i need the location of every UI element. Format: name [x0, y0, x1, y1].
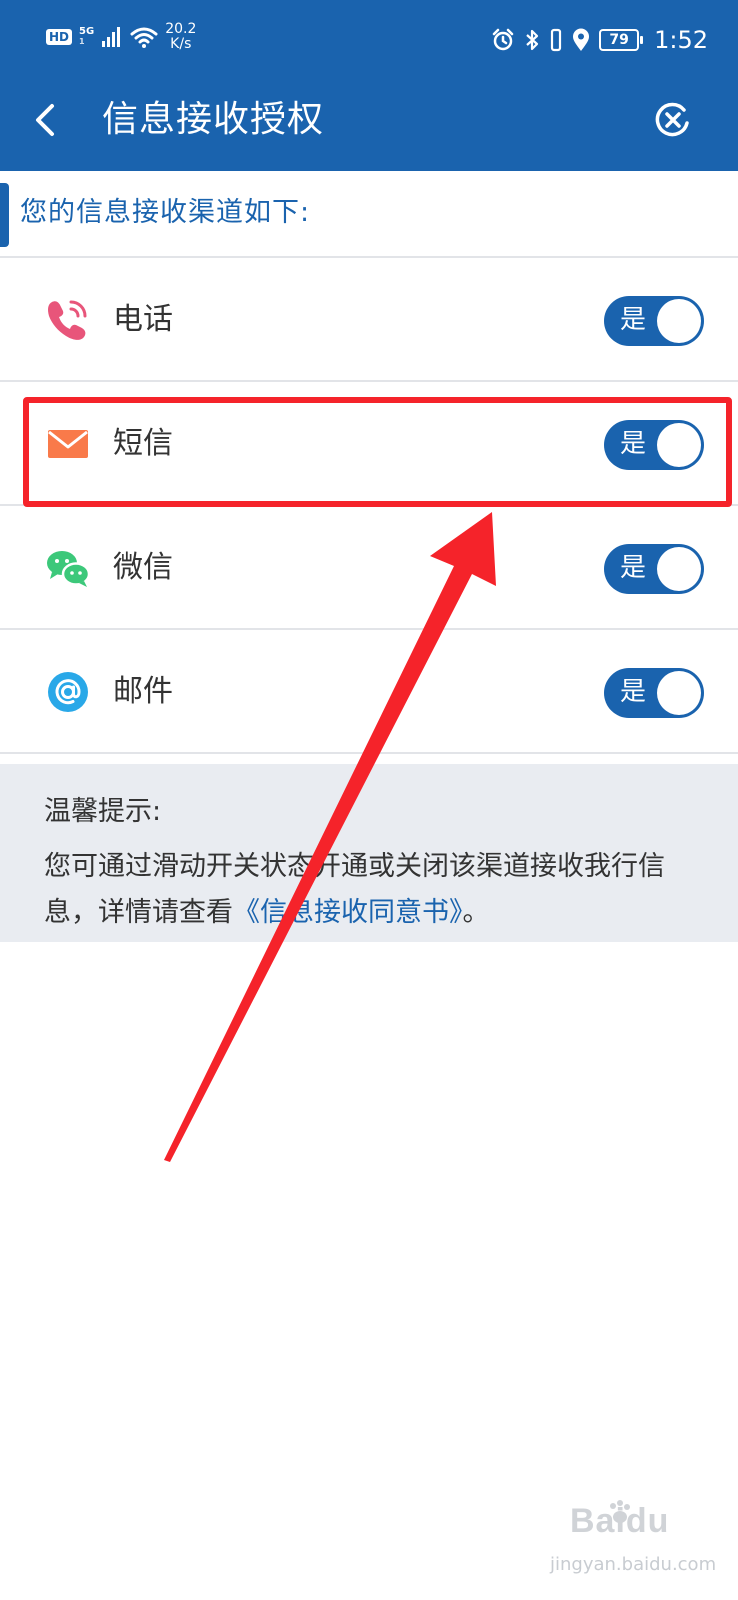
toggle-label: 是	[620, 429, 647, 459]
consent-link[interactable]: 《信息接收同意书》	[233, 897, 463, 928]
page-title: 信息接收授权	[102, 99, 325, 140]
watermark-url: jingyan.baidu.com	[550, 1554, 717, 1575]
bluetooth-icon	[526, 29, 539, 51]
nav-bar: 信息接收授权	[0, 84, 738, 171]
close-button[interactable]	[654, 101, 692, 139]
phone-toggle[interactable]: 是	[604, 296, 704, 346]
envelope-icon	[48, 430, 88, 458]
channel-name: 微信	[113, 550, 173, 585]
location-icon	[573, 28, 590, 51]
vibrate-icon	[550, 28, 562, 52]
speed-unit: K/s	[170, 36, 192, 52]
speed-value: 20.2	[165, 21, 197, 37]
wechat-toggle[interactable]: 是	[604, 544, 704, 594]
channel-row-email: 邮件 是	[0, 630, 738, 754]
back-button[interactable]	[26, 98, 66, 142]
at-sign-icon	[48, 672, 88, 712]
toggle-knob	[657, 299, 701, 343]
channel-row-sms: 短信 是	[0, 382, 738, 506]
email-toggle[interactable]: 是	[604, 668, 704, 718]
battery-indicator: 79	[599, 29, 644, 51]
wifi-icon	[130, 27, 158, 48]
status-time: 1:52	[654, 26, 708, 54]
app-header: HD 5G 1 20.2 K/s 79 1:52 信息接收授权	[0, 0, 738, 171]
sms-toggle[interactable]: 是	[604, 420, 704, 470]
section-label: 您的信息接收渠道如下:	[20, 197, 311, 228]
signal-icon	[102, 27, 121, 47]
chevron-left-icon	[36, 104, 54, 136]
phone-icon	[48, 300, 87, 340]
toggle-knob	[657, 423, 701, 467]
wechat-icon	[47, 551, 91, 587]
toggle-knob	[657, 671, 701, 715]
tips-title: 温馨提示:	[44, 796, 162, 827]
tips-suffix: 。	[462, 897, 490, 928]
section-header: 您的信息接收渠道如下:	[0, 171, 738, 258]
network-type: 5G	[79, 26, 95, 37]
watermark: Baidu jingyan.baidu.com	[548, 1500, 718, 1582]
toggle-label: 是	[620, 305, 647, 335]
status-bar: HD 5G 1 20.2 K/s 79 1:52	[0, 0, 738, 84]
hd-badge: HD	[46, 29, 73, 45]
channel-name: 邮件	[113, 674, 173, 709]
network-speed: 20.2 K/s	[165, 22, 196, 52]
section-accent-bar	[0, 183, 9, 247]
watermark-brand: Baidu	[570, 1502, 670, 1540]
channel-name: 短信	[113, 426, 173, 461]
channel-name: 电话	[113, 302, 173, 337]
status-left: HD 5G 1 20.2 K/s	[46, 22, 196, 52]
network-group: 5G 1	[79, 27, 94, 47]
toggle-label: 是	[620, 677, 647, 707]
toggle-knob	[657, 547, 701, 591]
tips-body: 您可通过滑动开关状态开通或关闭该渠道接收我行信息，详情请查看《信息接收同意书》。	[44, 844, 704, 936]
close-circle-icon	[655, 102, 689, 137]
alarm-icon	[492, 28, 514, 51]
tips-panel: 温馨提示: 您可通过滑动开关状态开通或关闭该渠道接收我行信息，详情请查看《信息接…	[0, 764, 738, 942]
toggle-label: 是	[620, 553, 647, 583]
network-sub: 1	[79, 37, 85, 46]
channel-row-wechat: 微信 是	[0, 506, 738, 630]
channel-row-phone: 电话 是	[0, 258, 738, 382]
status-right: 79 1:52	[491, 27, 708, 53]
